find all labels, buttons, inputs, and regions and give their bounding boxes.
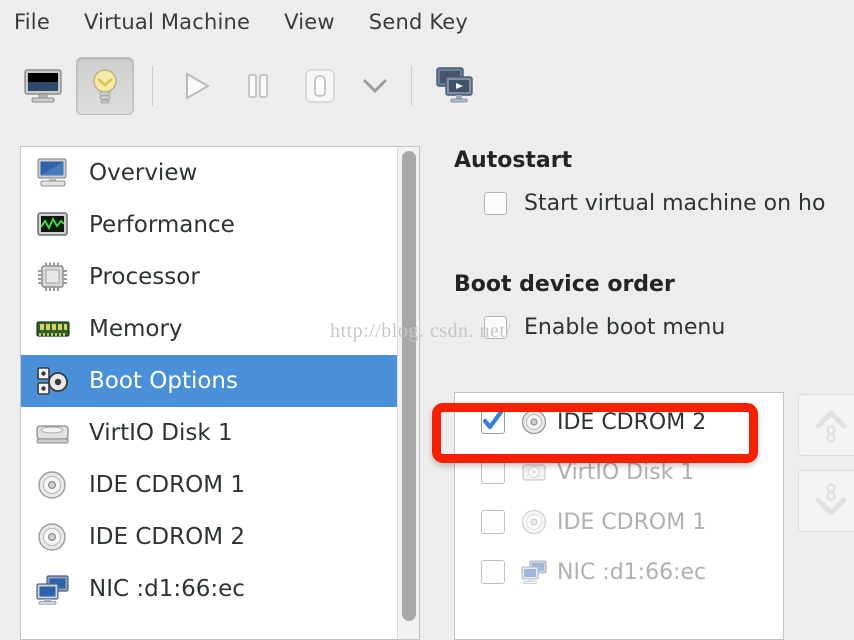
- menu-file[interactable]: File: [14, 10, 50, 34]
- menu-send-key[interactable]: Send Key: [369, 10, 468, 34]
- memory-ram-icon: [33, 311, 73, 347]
- hw-item-performance[interactable]: Performance: [21, 199, 397, 251]
- play-run-icon: [186, 72, 211, 100]
- hw-item-label: IDE CDROM 2: [89, 524, 245, 550]
- autostart-checkbox-row[interactable]: Start virtual machine on ho: [454, 191, 854, 216]
- move-down-button[interactable]: [798, 470, 854, 532]
- hw-item-nic[interactable]: NIC :d1:66:ec: [21, 563, 397, 615]
- autostart-title: Autostart: [454, 148, 573, 173]
- move-up-icon: [815, 410, 847, 443]
- enable-boot-menu-label: Enable boot menu: [524, 315, 726, 340]
- cdrom-disc-icon: [33, 519, 73, 555]
- cdrom-disc-icon: [519, 408, 549, 436]
- move-up-button[interactable]: [798, 394, 854, 456]
- hw-item-label: VirtIO Disk 1: [89, 420, 233, 446]
- autostart-checkbox-label: Start virtual machine on ho: [524, 191, 826, 216]
- boot-row-virtio-disk-1[interactable]: VirtIO Disk 1: [455, 447, 783, 497]
- boot-row-ide-cdrom-2[interactable]: IDE CDROM 2: [455, 397, 783, 447]
- run-button[interactable]: [167, 57, 225, 115]
- hw-item-label: Boot Options: [89, 368, 238, 394]
- harddisk-icon: [33, 415, 73, 451]
- boot-row-ide-cdrom-1[interactable]: IDE CDROM 1: [455, 497, 783, 547]
- hw-item-processor[interactable]: Processor: [21, 251, 397, 303]
- hw-item-label: Processor: [89, 264, 200, 290]
- snapshot-clone-icon: [436, 67, 473, 103]
- hw-item-overview[interactable]: Overview: [21, 147, 397, 199]
- hardware-pane: Overview Performance Processor Memory Bo…: [0, 128, 432, 640]
- boot-row-nic[interactable]: NIC :d1:66:ec: [455, 547, 783, 597]
- boot-gears-icon: [33, 363, 73, 399]
- boot-device-checkbox[interactable]: [481, 460, 505, 484]
- network-card-icon: [33, 571, 73, 607]
- toolbar-separator-2: [411, 66, 412, 106]
- boot-device-checkbox[interactable]: [481, 510, 505, 534]
- hardware-list[interactable]: Overview Performance Processor Memory Bo…: [21, 147, 397, 639]
- boot-device-label: IDE CDROM 2: [557, 409, 707, 435]
- toolbar: [0, 44, 854, 128]
- content-area: Overview Performance Processor Memory Bo…: [0, 128, 854, 640]
- cdrom-disc-icon: [33, 467, 73, 503]
- harddisk-icon: [519, 458, 549, 486]
- pause-button[interactable]: [229, 57, 287, 115]
- cdrom-disc-icon: [519, 508, 549, 536]
- hw-item-ide-cdrom-1[interactable]: IDE CDROM 1: [21, 459, 397, 511]
- hw-item-label: IDE CDROM 1: [89, 472, 245, 498]
- shutdown-button[interactable]: [291, 57, 349, 115]
- enable-boot-menu-row[interactable]: Enable boot menu: [454, 315, 854, 340]
- hw-item-virtio-disk-1[interactable]: VirtIO Disk 1: [21, 407, 397, 459]
- graph-monitor-icon: [33, 207, 73, 243]
- toolbar-separator-1: [152, 66, 153, 106]
- details-view-button[interactable]: [76, 57, 134, 115]
- watermark-text: http://blog. csdn. net/: [330, 320, 512, 342]
- hw-item-label: NIC :d1:66:ec: [89, 576, 245, 602]
- boot-device-label: IDE CDROM 1: [557, 509, 707, 535]
- move-down-icon: [815, 483, 847, 516]
- autostart-checkbox[interactable]: [484, 192, 507, 215]
- shutdown-options-button[interactable]: [353, 57, 397, 115]
- shutdown-icon: [305, 69, 335, 103]
- checkmark-icon: [482, 409, 504, 430]
- pause-icon: [248, 74, 268, 98]
- hw-item-label: Performance: [89, 212, 235, 238]
- hardware-list-frame: Overview Performance Processor Memory Bo…: [20, 146, 420, 640]
- boot-order-title: Boot device order: [454, 272, 675, 297]
- boot-device-order-area: IDE CDROM 2 VirtIO Disk 1 IDE CDROM 1 NI…: [454, 392, 854, 640]
- menu-bar: File Virtual Machine View Send Key: [0, 0, 854, 44]
- snapshot-button[interactable]: [426, 57, 484, 115]
- menu-view[interactable]: View: [284, 10, 335, 34]
- scrollbar-thumb[interactable]: [402, 151, 416, 621]
- hw-item-ide-cdrom-2[interactable]: IDE CDROM 2: [21, 511, 397, 563]
- boot-device-list-frame: IDE CDROM 2 VirtIO Disk 1 IDE CDROM 1 NI…: [454, 392, 784, 640]
- boot-device-label: VirtIO Disk 1: [557, 459, 695, 485]
- hw-item-boot-options[interactable]: Boot Options: [21, 355, 397, 407]
- boot-device-label: NIC :d1:66:ec: [557, 559, 707, 585]
- cpu-chip-icon: [33, 259, 73, 295]
- network-card-icon: [519, 558, 549, 586]
- console-view-button[interactable]: [14, 57, 72, 115]
- menu-virtual-machine[interactable]: Virtual Machine: [84, 10, 250, 34]
- computer-icon: [33, 155, 73, 191]
- boot-device-checkbox[interactable]: [481, 409, 505, 434]
- boot-device-checkbox[interactable]: [481, 560, 505, 584]
- hw-item-label: Overview: [89, 160, 198, 186]
- boot-device-list[interactable]: IDE CDROM 2 VirtIO Disk 1 IDE CDROM 1 NI…: [455, 393, 783, 597]
- lightbulb-details-icon: [93, 69, 117, 104]
- monitor-console-icon: [24, 69, 62, 103]
- hardware-list-scrollbar[interactable]: [397, 147, 419, 639]
- boot-order-buttons: [798, 392, 854, 640]
- hw-item-label: Memory: [89, 316, 183, 342]
- chevron-down-icon: [363, 79, 387, 94]
- details-pane: Autostart Start virtual machine on ho Bo…: [432, 128, 854, 640]
